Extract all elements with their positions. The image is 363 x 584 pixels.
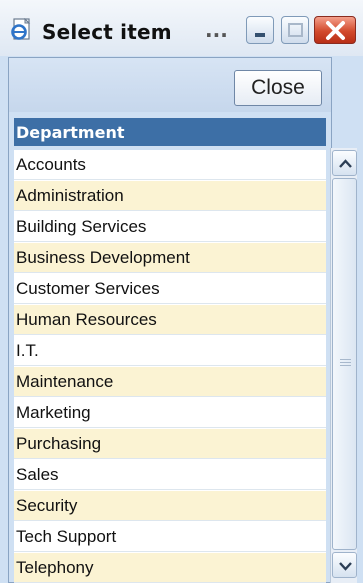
list-item[interactable]: Building Services bbox=[14, 212, 326, 242]
close-window-button[interactable] bbox=[314, 16, 356, 44]
select-item-window: Select item ... Close Department Account… bbox=[0, 0, 363, 583]
maximize-button[interactable] bbox=[281, 16, 309, 44]
list-item[interactable]: Purchasing bbox=[14, 429, 326, 459]
chevron-up-icon bbox=[339, 159, 352, 168]
list-item[interactable]: Maintenance bbox=[14, 367, 326, 397]
window-title: Select item bbox=[42, 20, 172, 44]
list-item[interactable]: Marketing bbox=[14, 398, 326, 428]
list-item[interactable]: Human Resources bbox=[14, 305, 326, 335]
minimize-button[interactable] bbox=[246, 16, 274, 44]
ie-page-icon bbox=[9, 17, 35, 42]
title-ellipsis: ... bbox=[205, 18, 228, 42]
scrollbar-thumb[interactable] bbox=[332, 178, 357, 550]
scrollbar-grip bbox=[340, 359, 351, 368]
column-header-department[interactable]: Department bbox=[14, 118, 326, 146]
title-bar[interactable]: Select item ... bbox=[0, 0, 363, 56]
close-button[interactable]: Close bbox=[234, 70, 322, 106]
list-item[interactable]: Customer Services bbox=[14, 274, 326, 304]
list-item[interactable]: Tech Support bbox=[14, 522, 326, 552]
list-item[interactable]: Sales bbox=[14, 460, 326, 490]
minimize-icon bbox=[255, 33, 265, 37]
close-icon bbox=[326, 21, 345, 40]
list-item[interactable]: Administration bbox=[14, 181, 326, 211]
maximize-icon bbox=[288, 23, 303, 37]
department-list[interactable]: Accounts Administration Building Service… bbox=[14, 150, 326, 583]
scroll-down-button[interactable] bbox=[332, 552, 357, 578]
vertical-scrollbar[interactable] bbox=[330, 148, 357, 583]
chevron-down-icon bbox=[339, 562, 352, 571]
list-item[interactable]: Telephony bbox=[14, 553, 326, 583]
list-item[interactable]: I.T. bbox=[14, 336, 326, 366]
scroll-up-button[interactable] bbox=[332, 150, 357, 176]
list-item[interactable]: Business Development bbox=[14, 243, 326, 273]
list-item[interactable]: Accounts bbox=[14, 150, 326, 180]
list-item[interactable]: Security bbox=[14, 491, 326, 521]
